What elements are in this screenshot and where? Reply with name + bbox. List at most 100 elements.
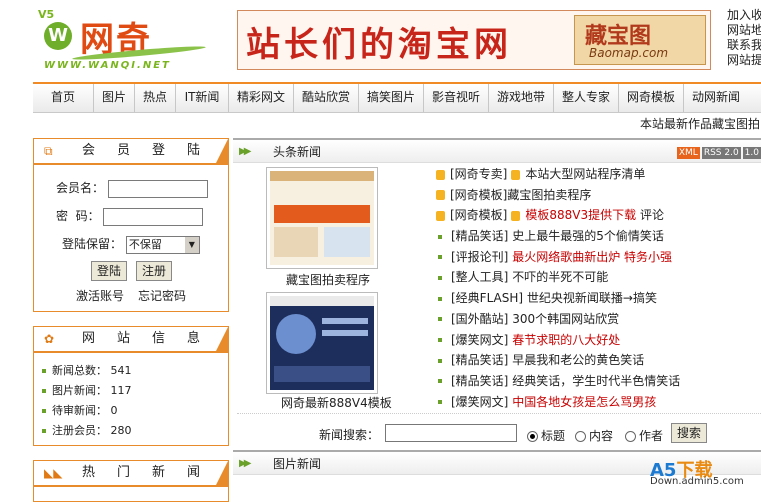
nav-item-games[interactable]: 游戏地带 xyxy=(489,84,554,112)
banner-brand: 藏宝图 Baomap.com xyxy=(574,15,706,65)
login-button[interactable]: 登陆 xyxy=(91,261,128,281)
double-arrow-icon: ▶▶ xyxy=(239,458,252,469)
nav-item-it[interactable]: IT新闻 xyxy=(176,84,229,112)
nav-item-hot[interactable]: 热点 xyxy=(135,84,176,112)
login-header: ⧉ 会员登陆 xyxy=(34,139,228,165)
feed-badges: XML RSS 2.0 1.0 xyxy=(675,144,761,159)
watermark-site: Down.admin5.com xyxy=(650,476,744,487)
radio-content[interactable]: 内容 xyxy=(575,427,613,444)
username-label: 会员名： xyxy=(56,181,105,195)
list-item: 注册会员： 280 xyxy=(42,421,132,441)
comment-link[interactable]: 评论 xyxy=(640,208,664,222)
top-link[interactable]: 网站地 xyxy=(727,23,761,38)
banner-brand-en: Baomap.com xyxy=(589,46,669,60)
list-item[interactable]: [评报论刊] 最火网络歌曲新出炉 特务小强 xyxy=(436,247,680,268)
radio-author[interactable]: 作者 xyxy=(625,427,663,444)
logo-mark-icon: W xyxy=(44,22,72,50)
hot-news-panel: ◣◣ 热门新闻 xyxy=(33,460,229,502)
keep-select[interactable]: 不保留 ▼ xyxy=(125,235,200,254)
list-item: 新闻总数： 541 xyxy=(42,361,132,381)
double-arrow-icon: ▶▶ xyxy=(239,146,252,157)
keep-label: 登陆保留： xyxy=(62,237,123,251)
login-panel: ⧉ 会员登陆 会员名： 密 码： 登陆保留： 不保留 ▼ 登陆 注册 激活账号 … xyxy=(33,138,229,312)
headline-list: [网奇专卖] 本站大型网站程序清单 [网奇模板]藏宝图拍卖程序 [网奇模板] 模板8… xyxy=(436,164,680,412)
pictures-title: 图片新闻 xyxy=(273,457,322,471)
search-label: 新闻搜索： xyxy=(319,428,380,442)
list-item: 图片新闻： 117 xyxy=(42,381,132,401)
search-input[interactable] xyxy=(385,424,517,442)
nav-item-media[interactable]: 影音视听 xyxy=(424,84,489,112)
nav-item-home[interactable]: 首页 xyxy=(33,84,94,112)
header-corner xyxy=(216,327,228,351)
list-item[interactable]: [精品笑话] 经典笑话，学生时代半色情笑话 xyxy=(436,371,680,392)
top-link[interactable]: 网站提 xyxy=(727,53,761,68)
xml-badge[interactable]: XML xyxy=(676,147,700,159)
lock-icon xyxy=(436,210,445,221)
register-button[interactable]: 注册 xyxy=(136,261,173,281)
nav-item-funny[interactable]: 搞笑图片 xyxy=(359,84,424,112)
list-item[interactable]: [网奇模板]藏宝图拍卖程序 xyxy=(436,185,680,206)
headlines-header: ▶▶ 头条新闻 XML RSS 2.0 1.0 xyxy=(233,138,761,163)
rss2-badge[interactable]: RSS 2.0 xyxy=(701,147,741,159)
site-logo[interactable]: V5 W 网奇 WWW.WANQI.NET xyxy=(36,6,216,76)
lock-icon xyxy=(436,169,445,180)
header-corner xyxy=(216,139,228,163)
thumbnail-auction[interactable] xyxy=(266,167,378,269)
arrows-icon: ◣◣ xyxy=(44,466,63,480)
watermark-logo: A5下载 Down.admin5.com xyxy=(650,456,761,489)
thumbnail-template[interactable] xyxy=(266,292,378,394)
member-icon: ⧉ xyxy=(44,144,53,158)
nav-item-prank[interactable]: 整人专家 xyxy=(554,84,619,112)
chevron-down-icon[interactable]: ▼ xyxy=(184,236,199,253)
thumbnail-caption[interactable]: 藏宝图拍卖程序 xyxy=(286,271,370,288)
nav-item-dvnews[interactable]: 动网新闻 xyxy=(684,84,748,112)
top-links: 加入收 网站地 联系我 网站提 xyxy=(727,8,761,68)
nav-item-templates[interactable]: 网奇模板 xyxy=(619,84,684,112)
list-item[interactable]: [网奇模板] 模板888V3提供下载 评论 xyxy=(436,205,680,226)
activate-link[interactable]: 激活账号 xyxy=(76,287,124,304)
headlines-title: 头条新闻 xyxy=(273,145,322,159)
ad-banner[interactable]: 站长们的淘宝网 藏宝图 Baomap.com xyxy=(237,10,711,70)
list-item[interactable]: [网奇专卖] 本站大型网站程序清单 xyxy=(436,164,680,185)
keep-select-value: 不保留 xyxy=(128,237,162,251)
header-corner xyxy=(216,461,228,485)
thumbnail-caption[interactable]: 网奇最新888V4模板 xyxy=(281,394,392,411)
forgot-password-link[interactable]: 忘记密码 xyxy=(138,287,186,304)
list-item: 待审新闻： 0 xyxy=(42,401,132,421)
top-link[interactable]: 加入收 xyxy=(727,8,761,23)
logo-version: V5 xyxy=(38,8,55,21)
list-item[interactable]: [爆笑网文] 春节求职的八大好处 xyxy=(436,330,680,351)
site-info-panel: ✿ 网站信息 新闻总数： 541 图片新闻： 117 待审新闻： 0 注册会员：… xyxy=(33,326,229,446)
list-item[interactable]: [爆笑网文] 中国各地女孩是怎么骂男孩 xyxy=(436,392,680,413)
thumbnail-image xyxy=(270,171,374,265)
banner-slogan: 站长们的淘宝网 xyxy=(246,25,512,65)
logo-url: WWW.WANQI.NET xyxy=(44,60,171,71)
top-link[interactable]: 联系我 xyxy=(727,38,761,53)
hot-news-header: ◣◣ 热门新闻 xyxy=(34,461,228,487)
password-label: 密 码： xyxy=(56,209,100,223)
site-info-header: ✿ 网站信息 xyxy=(34,327,228,353)
lock-icon xyxy=(436,190,445,201)
list-item[interactable]: [经典FLASH] 世纪央视新闻联播→搞笑 xyxy=(436,288,680,309)
list-item[interactable]: [精品笑话] 史上最牛最强的5个偷情笑话 xyxy=(436,226,680,247)
nav-item-sites[interactable]: 酷站欣赏 xyxy=(294,84,359,112)
search-button[interactable]: 搜索 xyxy=(671,423,708,443)
hot-news-title: 热门新闻 xyxy=(82,465,223,480)
list-item[interactable]: [精品笑话] 早晨我和老公的黄色笑话 xyxy=(436,350,680,371)
news-marquee[interactable]: 本站最新作品藏宝图拍 xyxy=(640,115,760,132)
lock-icon xyxy=(511,210,521,221)
lock-icon xyxy=(511,169,521,180)
username-input[interactable] xyxy=(107,180,208,198)
list-item[interactable]: [整人工具] 不吓的半死不可能 xyxy=(436,267,680,288)
news-search: 新闻搜索： 标题 内容 作者 搜索 xyxy=(237,413,761,443)
list-item[interactable]: [国外酷站] 300个韩国网站欣赏 xyxy=(436,309,680,330)
site-info-title: 网站信息 xyxy=(82,331,223,346)
radio-title[interactable]: 标题 xyxy=(527,427,565,444)
nav-item-pictures[interactable]: 图片 xyxy=(94,84,135,112)
thumbnail-image xyxy=(270,296,374,390)
nav-item-articles[interactable]: 精彩网文 xyxy=(229,84,294,112)
gear-icon: ✿ xyxy=(44,332,55,346)
login-title: 会员登陆 xyxy=(82,143,223,158)
password-input[interactable] xyxy=(103,208,204,226)
rss1-badge[interactable]: 1.0 xyxy=(742,147,761,159)
